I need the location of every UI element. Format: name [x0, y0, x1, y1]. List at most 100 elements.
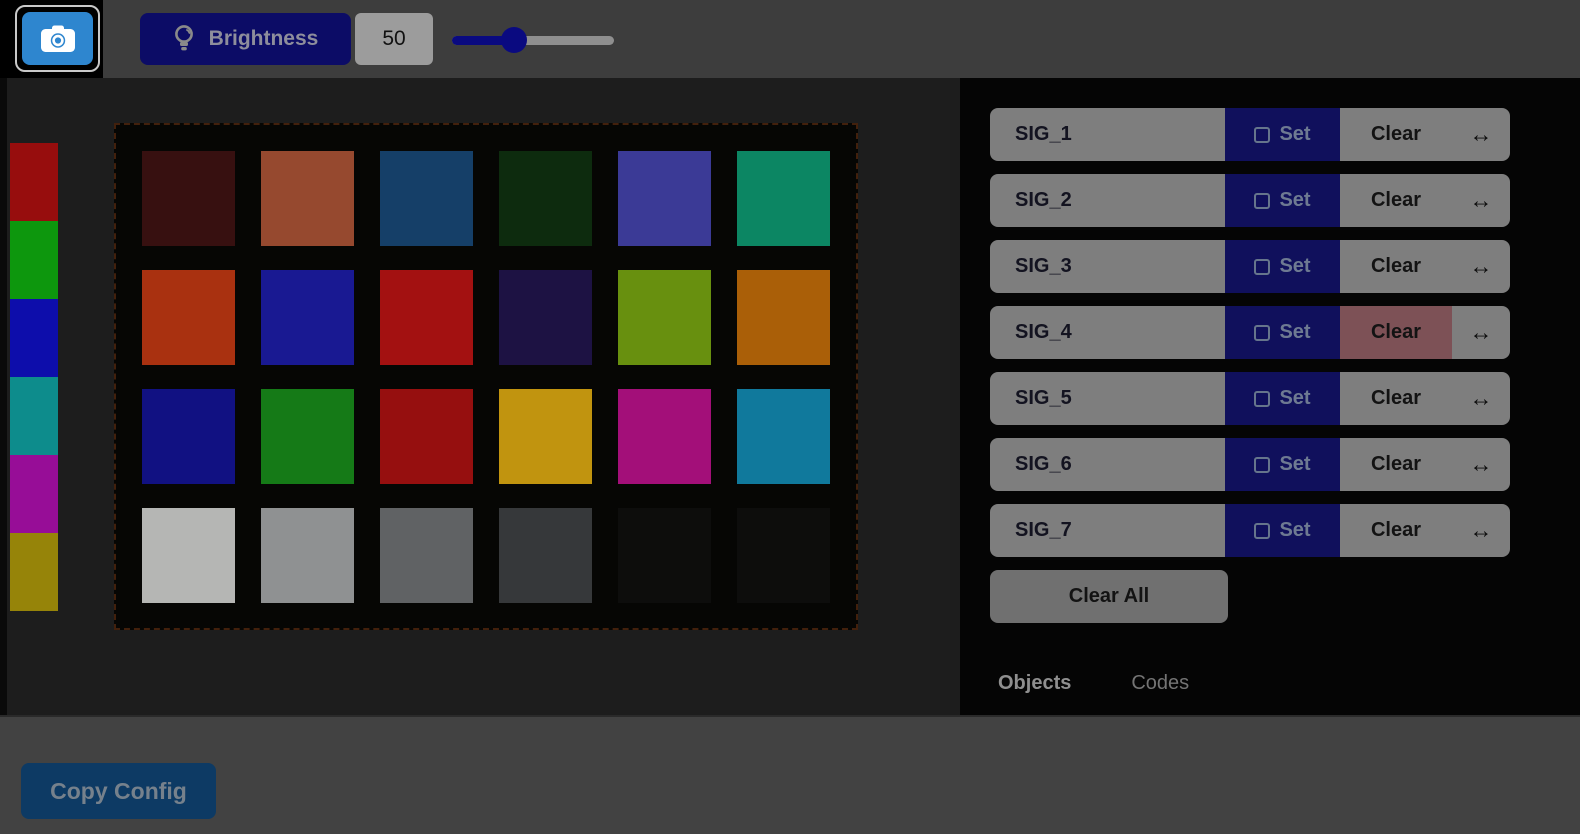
signal-name-field[interactable]: SIG_6: [990, 438, 1225, 491]
signal-name-field[interactable]: SIG_1: [990, 108, 1225, 161]
checkbox-icon[interactable]: [1254, 127, 1270, 143]
set-button[interactable]: Set: [1225, 306, 1340, 359]
clear-button[interactable]: Clear: [1340, 504, 1452, 557]
clear-button[interactable]: Clear: [1340, 372, 1452, 425]
camera-view: [0, 78, 960, 715]
checker-patch: [618, 151, 711, 246]
checker-patch: [142, 270, 235, 365]
tab-objects[interactable]: Objects: [998, 670, 1071, 697]
checker-patch: [380, 270, 473, 365]
strip-color-patch: [10, 299, 58, 377]
set-button[interactable]: Set: [1225, 438, 1340, 491]
signal-rows: SIG_1 Set Clear ↔ SIG_2 Set Clear ↔ SIG_…: [990, 108, 1510, 570]
strip-color-patch: [10, 221, 58, 299]
checkbox-icon[interactable]: [1254, 523, 1270, 539]
camera-button[interactable]: [22, 12, 93, 65]
set-button-label: Set: [1279, 321, 1310, 344]
checkbox-icon[interactable]: [1254, 325, 1270, 341]
checker-patch: [499, 270, 592, 365]
checkbox-icon[interactable]: [1254, 259, 1270, 275]
color-checker-grid: [116, 125, 856, 628]
signal-name-field[interactable]: SIG_4: [990, 306, 1225, 359]
signal-panel: SIG_1 Set Clear ↔ SIG_2 Set Clear ↔ SIG_…: [960, 78, 1580, 715]
color-checker-board: [114, 123, 858, 630]
checkbox-icon[interactable]: [1254, 457, 1270, 473]
signal-name-field[interactable]: SIG_7: [990, 504, 1225, 557]
checker-patch: [618, 508, 711, 603]
checkbox-icon[interactable]: [1254, 391, 1270, 407]
set-button-label: Set: [1279, 123, 1310, 146]
brightness-label: Brightness: [209, 27, 319, 51]
clear-all-button[interactable]: Clear All: [990, 570, 1228, 623]
lightbulb-icon: [173, 24, 195, 54]
resize-arrow-icon[interactable]: ↔: [1452, 240, 1510, 293]
clear-button[interactable]: Clear: [1340, 306, 1452, 359]
clear-button[interactable]: Clear: [1340, 108, 1452, 161]
signal-row: SIG_7 Set Clear ↔: [990, 504, 1510, 557]
checker-patch: [380, 508, 473, 603]
signal-name-field[interactable]: SIG_5: [990, 372, 1225, 425]
set-button-label: Set: [1279, 519, 1310, 542]
strip-color-patch: [10, 377, 58, 455]
strip-color-patch: [10, 455, 58, 533]
resize-arrow-icon[interactable]: ↔: [1452, 174, 1510, 227]
set-button-label: Set: [1279, 387, 1310, 410]
checker-patch: [142, 508, 235, 603]
set-button[interactable]: Set: [1225, 174, 1340, 227]
copy-config-button[interactable]: Copy Config: [21, 763, 216, 819]
brightness-value-input[interactable]: [355, 13, 433, 65]
camera-video-frame[interactable]: [7, 78, 960, 715]
clear-button-label: Clear: [1371, 255, 1421, 278]
clear-button-label: Clear: [1371, 123, 1421, 146]
checker-patch: [380, 151, 473, 246]
set-button[interactable]: Set: [1225, 504, 1340, 557]
checker-patch: [737, 270, 830, 365]
signal-row: SIG_1 Set Clear ↔: [990, 108, 1510, 161]
set-button-label: Set: [1279, 255, 1310, 278]
signal-name-field[interactable]: SIG_2: [990, 174, 1225, 227]
clear-button-label: Clear: [1371, 189, 1421, 212]
clear-button[interactable]: Clear: [1340, 240, 1452, 293]
clear-button-label: Clear: [1371, 519, 1421, 542]
brightness-slider[interactable]: [452, 26, 614, 54]
signal-name-field[interactable]: SIG_3: [990, 240, 1225, 293]
resize-arrow-icon[interactable]: ↔: [1452, 372, 1510, 425]
signal-row: SIG_2 Set Clear ↔: [990, 174, 1510, 227]
clear-button-label: Clear: [1371, 321, 1421, 344]
signal-row: SIG_5 Set Clear ↔: [990, 372, 1510, 425]
checker-patch: [499, 508, 592, 603]
checker-patch: [261, 389, 354, 484]
checker-patch: [737, 151, 830, 246]
color-strip: [10, 143, 58, 611]
tab-codes[interactable]: Codes: [1131, 670, 1189, 697]
strip-color-patch: [10, 143, 58, 221]
app-window: Brightness SIG_1 Set Clear ↔ SI: [0, 0, 1580, 834]
signal-row: SIG_6 Set Clear ↔: [990, 438, 1510, 491]
checker-patch: [499, 151, 592, 246]
resize-arrow-icon[interactable]: ↔: [1452, 504, 1510, 557]
resize-arrow-icon[interactable]: ↔: [1452, 438, 1510, 491]
checker-patch: [618, 270, 711, 365]
checker-patch: [142, 389, 235, 484]
clear-button-label: Clear: [1371, 387, 1421, 410]
set-button-label: Set: [1279, 189, 1310, 212]
checker-patch: [737, 389, 830, 484]
set-button[interactable]: Set: [1225, 240, 1340, 293]
checkbox-icon[interactable]: [1254, 193, 1270, 209]
clear-button-label: Clear: [1371, 453, 1421, 476]
clear-button[interactable]: Clear: [1340, 174, 1452, 227]
checker-patch: [380, 389, 473, 484]
set-button[interactable]: Set: [1225, 372, 1340, 425]
clear-button[interactable]: Clear: [1340, 438, 1452, 491]
tab-bar: Objects Codes: [998, 670, 1189, 697]
brightness-button[interactable]: Brightness: [140, 13, 351, 65]
set-button[interactable]: Set: [1225, 108, 1340, 161]
camera-icon: [40, 25, 76, 53]
set-button-label: Set: [1279, 453, 1310, 476]
checker-patch: [261, 508, 354, 603]
slider-thumb[interactable]: [501, 27, 527, 53]
checker-patch: [142, 151, 235, 246]
resize-arrow-icon[interactable]: ↔: [1452, 108, 1510, 161]
resize-arrow-icon[interactable]: ↔: [1452, 306, 1510, 359]
toolbar: Brightness: [0, 0, 1580, 78]
